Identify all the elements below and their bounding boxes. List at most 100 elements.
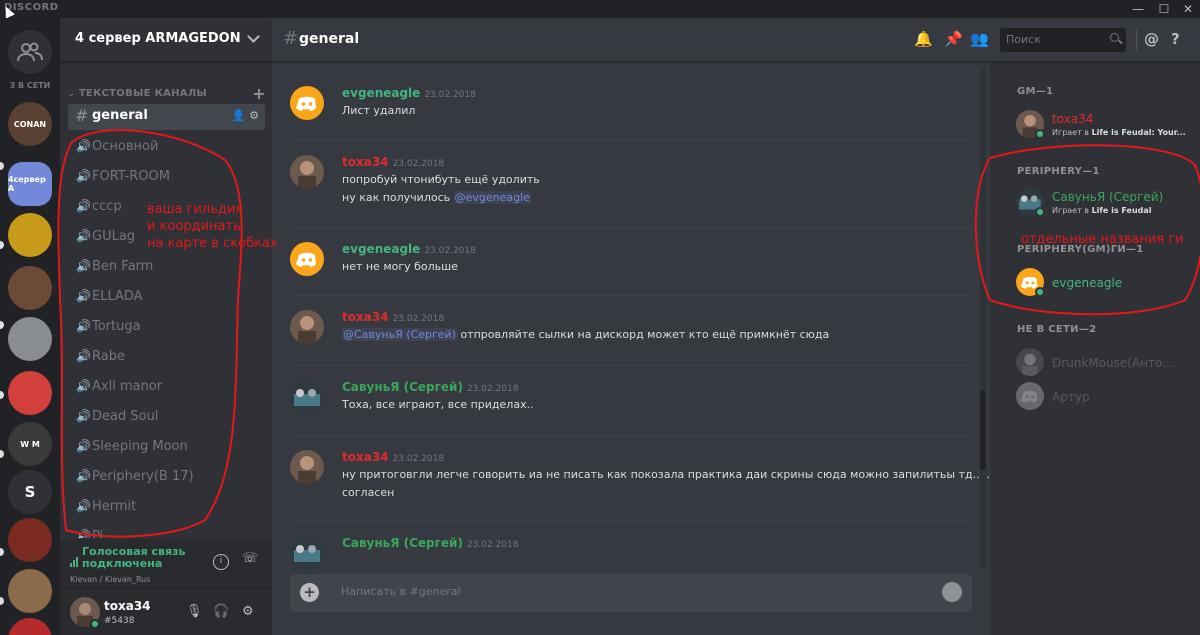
voice-channel[interactable]: 🔊 Rabe [68,344,265,370]
voice-status-line2: подключена [82,557,163,570]
server-icon[interactable] [8,569,52,613]
timestamp: 23.02.2018 [466,384,519,394]
message-divider [290,521,972,522]
server-icon[interactable]: S [8,470,52,514]
voice-channel[interactable]: 🔊 Dead Soul [68,404,265,430]
channel-general[interactable]: # general 👤 ⚙ [68,104,265,130]
server-icon[interactable] [8,618,52,635]
member-item[interactable]: Артур [1016,382,1196,416]
channel-label: Tortuga [92,319,141,334]
message-text: нет не могу больше [342,260,458,273]
disconnect-icon[interactable]: ☏ [242,552,258,568]
member-list-icon[interactable]: 👥 [970,30,989,48]
author-label: toxa34 [342,155,389,169]
member-item[interactable]: evgeneagle [1016,268,1196,302]
server-icon[interactable] [8,317,52,361]
author-name[interactable]: СавуньЯ (Сергей) 23.02.2018 [342,380,518,394]
emoji-icon[interactable] [942,582,962,602]
speaker-icon: 🔊 [76,499,91,513]
voice-channel[interactable]: 🔊 Основной [68,134,265,160]
server-icon[interactable] [8,266,52,310]
online-status-icon [1035,207,1045,217]
server-icon[interactable]: CONAN [8,102,52,146]
add-channel-icon[interactable]: + [252,84,266,103]
user-settings-icon[interactable]: ⚙ [242,604,254,619]
member-item[interactable]: toxa34 Играет в Life is Feudal: Your... [1016,110,1196,144]
author-avatar[interactable] [290,242,324,276]
speaker-icon: 🔊 [76,139,91,153]
hash-icon: # [75,106,89,125]
minimize-button[interactable]: — [1126,1,1150,17]
timestamp: 23.02.2018 [424,246,476,256]
server-icon[interactable]: W M [8,422,52,466]
bell-icon[interactable]: 🔔 [914,30,933,48]
voice-channel[interactable]: 🔊 Sleeping Moon [68,434,265,460]
microphone-icon[interactable]: 🎙 [186,604,203,619]
upload-plus-icon[interactable]: + [300,583,319,602]
invite-icon[interactable]: 👤 [232,109,246,122]
voice-location: Kievan / Kievan_Rus [70,575,151,584]
message-divider [290,227,972,228]
voice-channel[interactable]: 🔊 Ben Farm [68,254,265,280]
author-avatar[interactable] [290,310,324,344]
channel-label: Основной [92,139,159,154]
maximize-button[interactable]: ☐ [1152,1,1176,17]
author-name[interactable]: СавуньЯ (Сергей) 23.02.2018 [342,536,518,550]
search-input[interactable]: Поиск [1000,28,1126,52]
unread-indicator [0,450,4,458]
voice-channel[interactable]: 🔊 ELLADA [68,284,265,310]
user-mention[interactable]: @evgeneagle [453,191,531,204]
member-item[interactable]: DrunkMouse(Анто... [1016,348,1196,382]
author-avatar[interactable] [290,380,324,414]
chat-scrollbar[interactable] [980,68,986,568]
voice-channel[interactable]: 🔊 Pi [68,524,265,538]
gear-icon[interactable]: ⚙ [249,109,259,122]
author-label: СавуньЯ (Сергей) [342,536,463,550]
channel-actions[interactable]: 👤 ⚙ [232,109,259,122]
voice-channel[interactable]: 🔊 Tortuga [68,314,265,340]
author-avatar[interactable] [290,536,324,570]
guild-header[interactable]: 4 сервер ARMAGEDON [60,18,272,62]
pin-icon[interactable]: 📌 [944,30,963,48]
author-avatar[interactable] [290,86,324,120]
category-text-channels[interactable]: ⌄ ТЕКСТОВЫЕ КАНАЛЫ + [68,84,268,103]
member-group-title: PERIPHERY—1 [1017,166,1100,177]
server-icon[interactable] [8,213,52,257]
unread-indicator [0,162,4,170]
member-activity: Играет в Life is Feudal: Your... [1052,128,1186,137]
voice-channel[interactable]: 🔊 Periphery(В 17) [68,464,265,490]
server-icon[interactable]: 4сервер A [8,162,52,206]
voice-channel[interactable]: 🔊 Hermit [68,494,265,520]
mentions-icon[interactable]: @ [1144,30,1159,48]
help-icon[interactable]: ? [1171,30,1180,48]
annotation-line: на карте в скобках [147,236,278,251]
author-name[interactable]: evgeneagle 23.02.2018 [342,242,476,256]
online-count: 3 В СЕТИ [9,81,51,90]
channel-label: Sleeping Moon [92,439,188,454]
server-icon[interactable] [8,371,52,415]
activity-game: Life is Feudal: Your... [1091,128,1186,137]
close-button[interactable]: ✕ [1176,1,1200,17]
connection-info-icon[interactable]: i [213,554,229,570]
author-label: evgeneagle [342,242,421,256]
user-panel: toxa34 #5438 🎙 🎧 ⚙ [60,589,272,635]
user-mention[interactable]: @СавуньЯ (Сергей) [342,328,457,341]
voice-channel[interactable]: 🔊 Axll manor [68,374,265,400]
channel-label: ELLADA [92,289,143,304]
voice-channel[interactable]: 🔊 FORT-ROOM [68,164,265,190]
member-item[interactable]: СавуньЯ (Сергей) Играет в Life is Feudal [1016,188,1196,222]
author-name[interactable]: toxa34 23.02.2018 [342,155,444,169]
friends-home-button[interactable] [8,30,52,74]
channel-label: Pi [92,529,104,538]
author-name[interactable]: evgeneagle 23.02.2018 [342,86,476,100]
headphones-icon[interactable]: 🎧 [213,604,229,619]
author-avatar[interactable] [290,155,324,189]
unread-indicator [0,241,4,249]
chat-scrollbar-thumb[interactable] [980,390,986,470]
author-avatar[interactable] [290,450,324,484]
server-icon[interactable] [8,518,52,562]
author-name[interactable]: toxa34 23.02.2018 [342,310,444,324]
speaker-icon: 🔊 [76,259,91,273]
author-name[interactable]: toxa34 23.02.2018 [342,450,444,464]
message-composer[interactable]: + Написать в #general [290,574,972,612]
